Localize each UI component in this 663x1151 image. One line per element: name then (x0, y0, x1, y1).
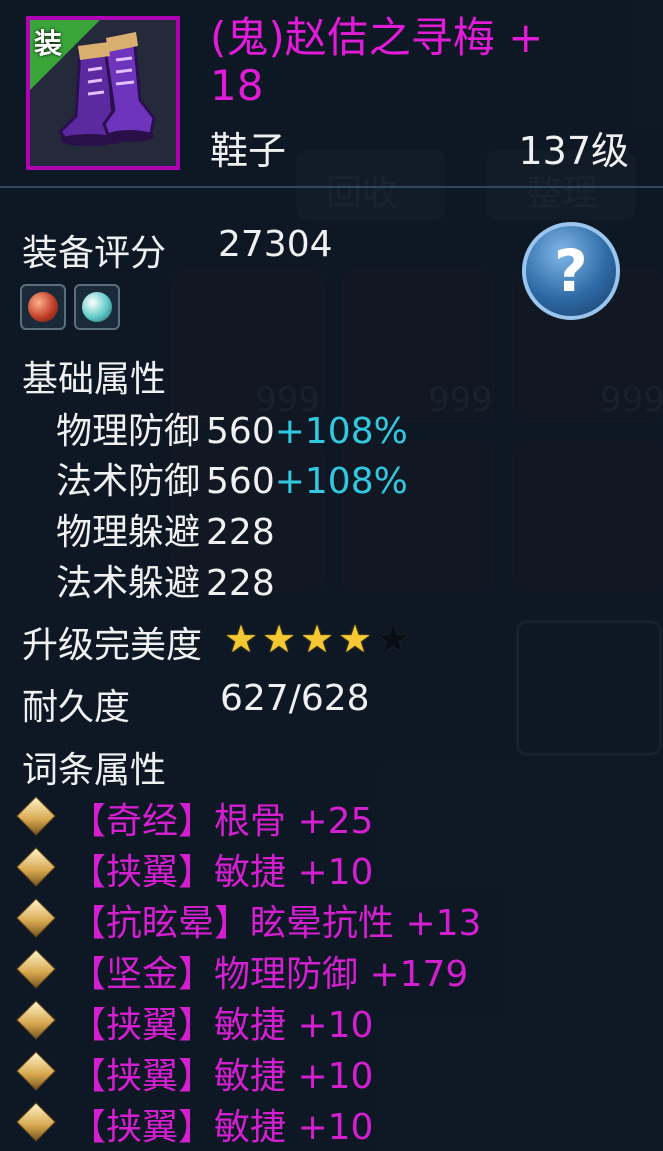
item-tooltip: 装 (鬼)赵佶之寻梅 + 18 鞋子 137级 装备评分 27304 ? 基础属… (0, 0, 663, 1151)
score-value: 27304 (218, 224, 333, 265)
attr-row: 法术躲避 228 (56, 563, 275, 604)
red-gem-icon[interactable] (20, 284, 66, 330)
header-divider (0, 186, 663, 188)
star-filled-icon: ★ (262, 617, 297, 661)
durability-value: 627/628 (220, 678, 370, 719)
diamond-icon (16, 1102, 56, 1142)
star-filled-icon: ★ (224, 617, 259, 661)
boots-icon (57, 32, 156, 146)
base-attrs-heading: 基础属性 (22, 359, 167, 400)
item-icon-frame: 装 (26, 16, 180, 170)
question-icon: ? (554, 237, 588, 305)
item-type: 鞋子 (210, 129, 287, 173)
perfection-label: 升级完美度 (22, 625, 203, 666)
diamond-icon (16, 1000, 56, 1040)
diamond-icon (16, 949, 56, 989)
diamond-icon (16, 898, 56, 938)
affix-heading: 词条属性 (22, 750, 167, 791)
durability-label: 耐久度 (22, 687, 131, 728)
star-empty-icon: ★ (376, 617, 411, 661)
item-level: 137级 (518, 129, 629, 173)
star-filled-icon: ★ (300, 617, 335, 661)
star-filled-icon: ★ (338, 617, 373, 661)
score-label: 装备评分 (22, 233, 167, 274)
cyan-gem-icon[interactable] (74, 284, 120, 330)
attr-row: 法术防御 560+108% (56, 461, 408, 502)
help-button[interactable]: ? (522, 222, 620, 320)
attr-row: 物理防御 560+108% (56, 411, 408, 452)
diamond-icon (16, 847, 56, 887)
diamond-icon (16, 1051, 56, 1091)
attr-row: 物理躲避 228 (56, 512, 275, 553)
item-name: (鬼)赵佶之寻梅 + 18 (210, 13, 544, 110)
diamond-icon (16, 796, 56, 836)
